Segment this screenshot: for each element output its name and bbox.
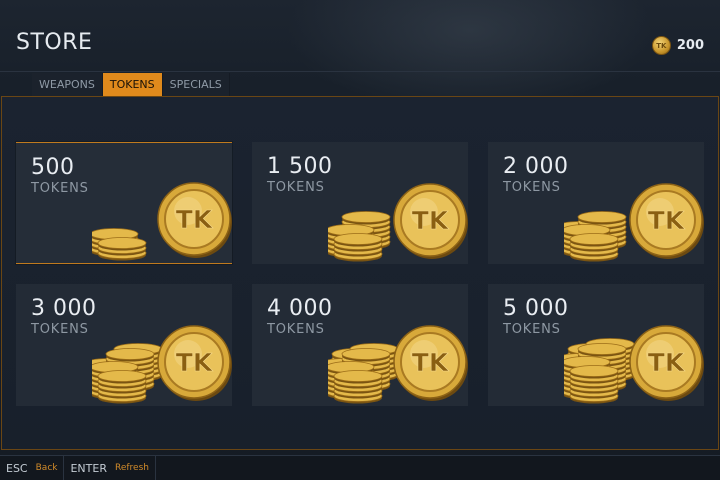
refresh-label: Refresh bbox=[114, 463, 149, 473]
svg-text:TK: TK bbox=[648, 206, 686, 235]
svg-text:TK: TK bbox=[412, 206, 450, 235]
pack-amount: 500 bbox=[31, 155, 75, 180]
token-pack-3000[interactable]: 3 000 TOKENS TK bbox=[16, 284, 232, 406]
coin-stack-icon: TK bbox=[92, 182, 232, 261]
svg-text:TK: TK bbox=[412, 348, 450, 377]
pack-unit: TOKENS bbox=[503, 180, 561, 195]
store-header: STORE TK 200 bbox=[0, 0, 720, 72]
pack-amount: 1 500 bbox=[267, 154, 333, 179]
token-coin-icon: TK bbox=[651, 36, 671, 55]
token-pack-2000[interactable]: 2 000 TOKENS TK bbox=[488, 142, 704, 264]
token-pack-4000[interactable]: 4 000 TOKENS TK bbox=[252, 284, 468, 406]
token-balance: TK 200 bbox=[651, 36, 704, 55]
store-tabs: WEAPONS TOKENS SPECIALS bbox=[32, 73, 230, 96]
coin-stack-icon: TK bbox=[328, 183, 468, 262]
coin-stack-icon: TK bbox=[564, 183, 704, 262]
refresh-hint[interactable]: ENTER Refresh bbox=[64, 455, 156, 480]
pack-unit: TOKENS bbox=[267, 322, 325, 337]
pack-amount: 4 000 bbox=[267, 296, 333, 321]
token-pack-5000[interactable]: 5 000 TOKENS TK bbox=[488, 284, 704, 406]
enter-key: ENTER bbox=[70, 461, 107, 475]
tokens-panel: 500 TOKENS TK 1 500 TOKENS TK 2 000 TOKE… bbox=[1, 96, 719, 450]
svg-text:TK: TK bbox=[176, 348, 214, 377]
tab-specials[interactable]: SPECIALS bbox=[162, 73, 230, 96]
esc-key: ESC bbox=[6, 461, 28, 475]
pack-unit: TOKENS bbox=[503, 322, 561, 337]
coin-stack-icon: TK bbox=[328, 325, 468, 404]
pack-amount: 3 000 bbox=[31, 296, 97, 321]
pack-amount: 2 000 bbox=[503, 154, 569, 179]
svg-text:TK: TK bbox=[176, 205, 214, 234]
back-label: Back bbox=[35, 463, 58, 473]
footer-hints: ESC Back ENTER Refresh bbox=[0, 455, 720, 480]
pack-unit: TOKENS bbox=[267, 180, 325, 195]
back-hint[interactable]: ESC Back bbox=[0, 455, 65, 480]
tab-weapons[interactable]: WEAPONS bbox=[32, 73, 103, 96]
token-pack-1500[interactable]: 1 500 TOKENS TK bbox=[252, 142, 468, 264]
token-pack-500[interactable]: 500 TOKENS TK bbox=[16, 142, 232, 264]
page-title: STORE bbox=[16, 30, 93, 55]
svg-text:TK: TK bbox=[648, 348, 686, 377]
pack-unit: TOKENS bbox=[31, 181, 89, 196]
coin-stack-icon: TK bbox=[564, 325, 704, 404]
token-balance-amount: 200 bbox=[676, 38, 704, 53]
coin-stack-icon: TK bbox=[92, 325, 232, 404]
pack-amount: 5 000 bbox=[503, 296, 569, 321]
tab-tokens[interactable]: TOKENS bbox=[102, 73, 163, 96]
pack-unit: TOKENS bbox=[31, 322, 89, 337]
